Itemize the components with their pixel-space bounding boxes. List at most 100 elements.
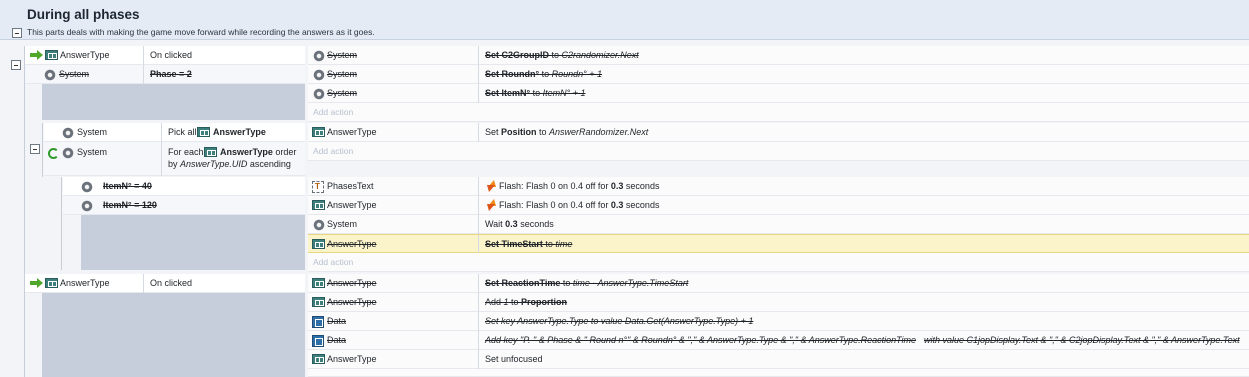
divider: [143, 46, 144, 65]
divider: [478, 46, 479, 65]
condition-text: AnswerType order: [220, 147, 297, 157]
object-icon: [312, 354, 325, 364]
add-action-link[interactable]: Add action: [313, 146, 353, 157]
event-blank-area: [42, 84, 305, 120]
divider: [478, 274, 479, 293]
condition-text: Pick all: [168, 127, 197, 137]
add-action-row[interactable]: [308, 369, 1249, 377]
gear-icon: [61, 126, 75, 140]
object-icon: [197, 127, 210, 137]
gear-icon: [312, 68, 326, 82]
divider: [478, 312, 479, 331]
condition-text: ItemN° = 40: [103, 181, 152, 191]
add-action-row[interactable]: Add action: [308, 142, 1249, 161]
condition-object: AnswerType: [60, 278, 110, 288]
action-row[interactable]: Data Set key AnswerType.Type to value Da…: [308, 312, 1249, 331]
action-row[interactable]: System Set ItemN° to ItemN° + 1: [308, 84, 1249, 103]
condition-row[interactable]: System For each AnswerType order by Answ…: [44, 142, 305, 176]
condition-text: Phase = 2: [150, 69, 192, 79]
event-collapse-toggle-icon[interactable]: [11, 60, 21, 70]
object-icon: [312, 297, 325, 307]
gear-icon: [80, 180, 94, 194]
event-blank-area: [42, 293, 305, 377]
divider: [161, 142, 162, 176]
action-object: System: [327, 50, 358, 60]
group-description: This parts deals with making the game mo…: [27, 27, 375, 37]
condition-object: System: [77, 147, 108, 157]
loop-icon: [48, 148, 59, 159]
add-action-row[interactable]: Add action: [308, 253, 1249, 272]
action-text: Set ReactionTime to time - AnswerType.Ti…: [485, 278, 689, 288]
condition-text: On clicked: [150, 278, 193, 288]
collapse-toggle-icon[interactable]: [12, 28, 22, 38]
add-action-row[interactable]: Add action: [308, 103, 1249, 122]
action-row[interactable]: AnswerType Set Position to AnswerRandomi…: [308, 123, 1249, 142]
action-row[interactable]: Data Add key "P. " & Phase & " Round n°"…: [308, 331, 1249, 350]
action-object: AnswerType: [327, 127, 377, 137]
action-row[interactable]: System Set C2GroupID to C2randomizer.Nex…: [308, 46, 1249, 65]
trigger-arrow-icon: [30, 278, 43, 288]
add-action-link[interactable]: Add action: [313, 257, 353, 268]
event-tree-line: [24, 46, 25, 377]
condition-text-line2: by AnswerType.UID ascending: [168, 159, 291, 169]
object-icon: [45, 278, 58, 288]
action-object: AnswerType: [327, 239, 377, 249]
action-object: Data: [327, 335, 347, 345]
action-text: Set TimeStart to time: [485, 239, 573, 249]
action-object: AnswerType: [327, 200, 377, 210]
divider: [478, 177, 479, 196]
action-row[interactable]: System Set Roundn° to Roundn° + 1: [308, 65, 1249, 84]
gear-icon: [80, 199, 94, 213]
condition-object-name: AnswerType: [213, 127, 266, 137]
action-text: Wait 0.3 seconds: [485, 219, 554, 229]
divider: [478, 65, 479, 84]
action-text: Add 1 to Proportion: [485, 297, 568, 307]
condition-object: System: [77, 127, 108, 137]
condition-row[interactable]: ItemN° = 120: [63, 196, 305, 215]
condition-text: For each: [168, 147, 204, 157]
action-text: Set unfocused: [485, 354, 543, 364]
gear-icon: [312, 49, 326, 63]
action-object: System: [327, 219, 358, 229]
condition-text: ItemN° = 120: [103, 200, 157, 210]
condition-row[interactable]: ItemN° = 40: [63, 177, 305, 196]
object-icon: [312, 200, 325, 210]
action-text: Set Position to AnswerRandomizer.Next: [485, 127, 649, 137]
divider: [143, 65, 144, 84]
gear-icon: [43, 68, 57, 82]
action-row[interactable]: AnswerType Flash: Flash 0 on 0.4 off for…: [308, 196, 1249, 215]
divider: [478, 123, 479, 142]
action-row[interactable]: System Wait 0.3 seconds: [308, 215, 1249, 234]
add-action-link[interactable]: Add action: [313, 107, 353, 118]
action-text-continued: with value C1jopDisplay.Text & "," & C2j…: [924, 335, 1240, 345]
action-row-selected[interactable]: AnswerType Set TimeStart to time: [308, 234, 1249, 254]
group-title[interactable]: During all phases: [27, 7, 140, 22]
action-text: Set C2GroupID to C2randomizer.Next: [485, 50, 639, 60]
object-icon: [204, 147, 217, 157]
divider: [478, 235, 479, 254]
condition-object: AnswerType: [60, 50, 110, 60]
condition-row[interactable]: System Phase = 2: [25, 65, 305, 84]
condition-row[interactable]: System Pick all AnswerType: [44, 123, 305, 142]
event-tree-line: [61, 177, 62, 270]
action-object: System: [327, 69, 358, 79]
action-row[interactable]: AnswerType Set unfocused: [308, 350, 1249, 369]
action-text: Set key AnswerType.Type to value Data.Ge…: [485, 316, 754, 326]
condition-row[interactable]: AnswerType On clicked: [25, 46, 305, 65]
divider: [478, 196, 479, 215]
object-icon: [312, 239, 325, 249]
action-row[interactable]: PhasesText Flash: Flash 0 on 0.4 off for…: [308, 177, 1249, 196]
dictionary-icon: [312, 316, 324, 328]
condition-row[interactable]: AnswerType On clicked: [25, 274, 305, 293]
flash-icon: [486, 180, 496, 192]
condition-object: System: [59, 69, 90, 79]
action-row[interactable]: AnswerType Add 1 to Proportion: [308, 293, 1249, 312]
object-icon: [312, 127, 325, 137]
trigger-arrow-icon: [30, 50, 43, 60]
action-object: AnswerType: [327, 354, 377, 364]
divider: [143, 274, 144, 293]
action-text: Add key "P. " & Phase & " Round n°" & Ro…: [485, 335, 917, 345]
event-collapse-toggle-icon[interactable]: [30, 144, 40, 154]
action-row[interactable]: AnswerType Set ReactionTime to time - An…: [308, 274, 1249, 293]
action-object: System: [327, 88, 358, 98]
